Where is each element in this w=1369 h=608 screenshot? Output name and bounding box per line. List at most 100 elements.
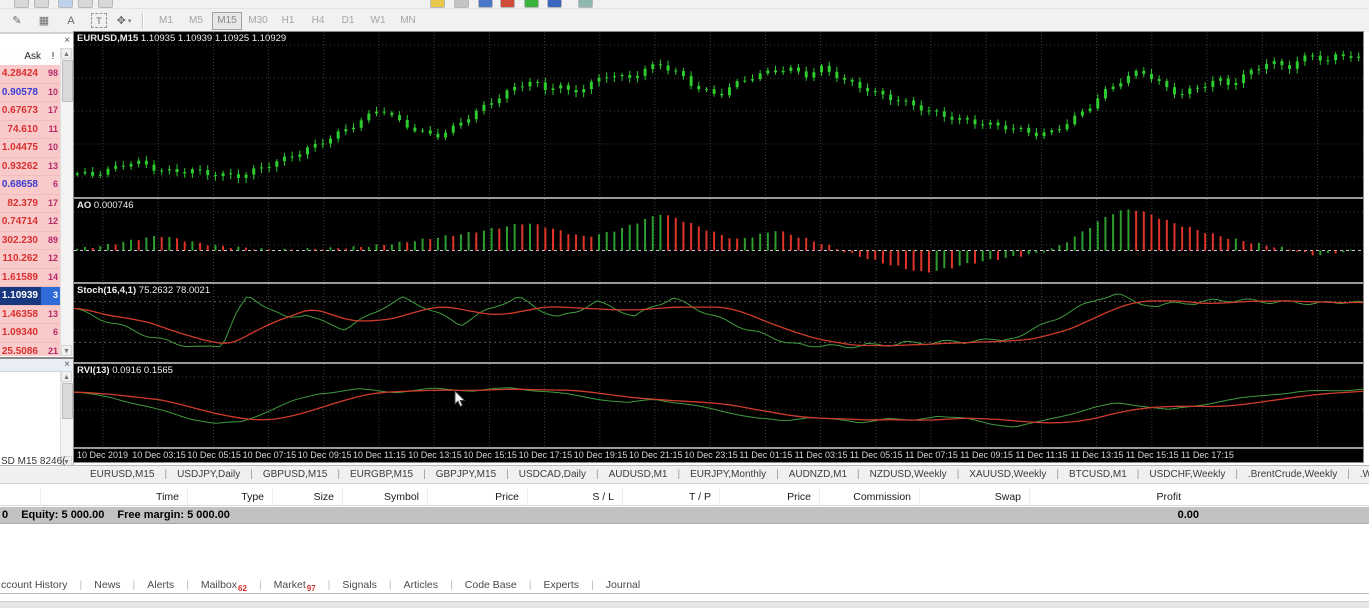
text-label-tool-icon[interactable]: T <box>91 13 107 28</box>
price-pane[interactable]: EURUSD,M15 1.10935 1.10939 1.10925 1.109… <box>74 32 1363 197</box>
terminal-tab-experts[interactable]: Experts <box>531 579 591 591</box>
chart-tab-.brentcrude[interactable]: .BrentCrude,Weekly <box>1238 469 1347 480</box>
market-watch-row[interactable]: 0.93262 13 <box>0 157 61 176</box>
terminal-tab-alerts[interactable]: Alerts <box>135 579 186 591</box>
calculator-icon[interactable] <box>578 0 593 8</box>
scroll-up-icon[interactable]: ▲ <box>61 371 72 382</box>
spread-value: 6 <box>52 179 58 189</box>
timeframe-w1[interactable]: W1 <box>364 13 392 29</box>
market-watch-row[interactable]: 0.67673 17 <box>0 102 61 121</box>
terminal-tab-mailbox[interactable]: Mailbox62 <box>189 579 259 593</box>
terminal-tab-news[interactable]: News <box>82 579 132 591</box>
market-watch-icon[interactable] <box>58 0 73 8</box>
chart-tab-usdchf[interactable]: USDCHF,Weekly <box>1139 469 1235 480</box>
draw-tool-icon[interactable]: ✎ <box>7 12 27 30</box>
timeframe-m5[interactable]: M5 <box>182 13 210 29</box>
timeframe-h4[interactable]: H4 <box>304 13 332 29</box>
profiles-icon[interactable] <box>34 0 49 8</box>
terminal-tab-signals[interactable]: Signals <box>330 579 388 591</box>
market-watch-header: Ask ! <box>0 48 61 66</box>
refresh-icon[interactable] <box>547 0 562 8</box>
terminal-tab-market[interactable]: Market97 <box>262 579 328 593</box>
terminal-tab-articles[interactable]: Articles <box>392 579 450 591</box>
terminal-tab-ccount-history[interactable]: ccount History <box>0 579 80 591</box>
arrows-tool-icon[interactable]: ✥ ▾ <box>114 12 134 30</box>
stop-icon[interactable] <box>500 0 515 8</box>
column-size: Size <box>272 488 342 505</box>
chart-tab-audusd[interactable]: AUDUSD,M1 <box>599 469 678 480</box>
timeframe-m30[interactable]: M30 <box>244 13 272 29</box>
market-watch-row[interactable]: 74.610 11 <box>0 120 61 139</box>
rvi-indicator-pane[interactable]: RVI(13) 0.0916 0.1565 <box>74 364 1363 447</box>
market-watch-row[interactable]: 0.74714 12 <box>0 213 61 232</box>
chart-tab-audnzd[interactable]: AUDNZD,M1 <box>779 469 857 480</box>
terminal-icon[interactable] <box>98 0 113 8</box>
ao-indicator-pane[interactable]: AO 0.000746 <box>74 199 1363 282</box>
spread-value: 98 <box>47 68 58 78</box>
column-time: Time <box>40 488 187 505</box>
chart-canvas <box>74 364 1363 447</box>
column-profit: Profit <box>1029 488 1189 505</box>
market-watch-row[interactable]: 0.90578 10 <box>0 83 61 102</box>
timeframe-h1[interactable]: H1 <box>274 13 302 29</box>
chart-tab-eurusd[interactable]: EURUSD,M15 <box>80 469 164 480</box>
new-order-icon[interactable] <box>430 0 445 8</box>
timeframe-m1[interactable]: M1 <box>152 13 180 29</box>
chart-tab-gbpusd[interactable]: GBPUSD,M15 <box>253 469 337 480</box>
market-watch-scrollbar[interactable]: ▲ ▼ <box>60 48 73 356</box>
market-watch-row[interactable]: 1.04475 10 <box>0 139 61 158</box>
spread-value: 10 <box>47 86 58 97</box>
autotrading-icon[interactable] <box>478 0 493 8</box>
add-indicator-icon[interactable] <box>524 0 539 8</box>
spread-value: 17 <box>47 197 58 208</box>
chart-tab-eurgbp[interactable]: EURGBP,M15 <box>340 469 423 480</box>
new-chart-icon[interactable] <box>14 0 29 8</box>
market-watch-row[interactable]: 1.46358 13 <box>0 305 61 324</box>
scrollbar-thumb[interactable] <box>62 60 73 102</box>
text-tool-icon[interactable]: A <box>61 12 81 30</box>
ask-price: 1.09340 <box>1 327 38 338</box>
scrollbar-thumb[interactable] <box>62 383 73 419</box>
scroll-up-icon[interactable]: ▲ <box>61 48 72 59</box>
account-summary-bar: 0 Equity: 5 000.00 Free margin: 5 000.00… <box>0 507 1369 524</box>
terminal-tab-journal[interactable]: Journal <box>594 579 652 591</box>
market-watch-row[interactable]: 1.61589 14 <box>0 268 61 287</box>
chart-tab-btcusd[interactable]: BTCUSD,M1 <box>1059 469 1137 480</box>
market-watch-row[interactable]: 110.262 12 <box>0 250 61 269</box>
terminal-tab-code-base[interactable]: Code Base <box>453 579 529 591</box>
chevron-down-icon[interactable]: ▾ <box>128 17 132 25</box>
market-watch-row[interactable]: 0.68658 6 <box>0 176 61 195</box>
close-icon[interactable]: × <box>64 34 70 47</box>
scroll-down-icon[interactable]: ▼ <box>61 345 72 356</box>
market-watch-rows: 4.28424 98 0.90578 10 0.67673 17 74.610 11 1.044… <box>0 65 61 356</box>
time-axis-label: 11 Dec 11:15 <box>1015 450 1068 460</box>
market-watch-row[interactable]: 1.09340 6 <box>0 324 61 343</box>
ask-price: 74.610 <box>7 123 38 135</box>
close-icon[interactable]: × <box>64 359 70 370</box>
market-watch-row[interactable]: 1.10939 3 <box>0 287 61 306</box>
chart-tab-xauusd[interactable]: XAUUSD,Weekly <box>959 469 1056 480</box>
chart-window[interactable]: EURUSD,M15 1.10935 1.10939 1.10925 1.109… <box>73 31 1364 463</box>
chart-tab-.wticrude[interactable]: .WTICrude,Weekly <box>1350 469 1369 480</box>
chart-tab-nzdusd[interactable]: NZDUSD,Weekly <box>860 469 957 480</box>
timeframe-mn[interactable]: MN <box>394 13 422 29</box>
chart-tab-usdjpy[interactable]: USDJPY,Daily <box>167 469 250 480</box>
column-price: Price <box>719 488 819 505</box>
timeframe-m15[interactable]: M15 <box>212 11 242 30</box>
grid-tool-icon[interactable]: ▦ <box>34 12 54 30</box>
chart-tab-usdcad[interactable]: USDCAD,Daily <box>509 469 596 480</box>
docked-panel-scrollbar[interactable]: ▲ ▼ <box>60 371 73 467</box>
column-swap: Swap <box>919 488 1029 505</box>
timeframe-d1[interactable]: D1 <box>334 13 362 29</box>
navigator-icon[interactable] <box>78 0 93 8</box>
chart-tab-eurjpy[interactable]: EURJPY,Monthly <box>680 469 776 480</box>
chart-tab-gbpjpy[interactable]: GBPJPY,M15 <box>426 469 506 480</box>
market-watch-row[interactable]: 25.5086 21 <box>0 342 61 356</box>
market-watch-row[interactable]: 82.379 17 <box>0 194 61 213</box>
market-watch-row[interactable]: 302.230 89 <box>0 231 61 250</box>
stochastic-indicator-pane[interactable]: Stoch(16,4,1) 75.2632 78.0021 <box>74 284 1363 362</box>
market-watch-row[interactable]: 4.28424 98 <box>0 65 61 84</box>
spread-value: 3 <box>41 287 61 305</box>
spread-value: 17 <box>47 105 58 115</box>
expert-advisors-icon[interactable] <box>454 0 469 8</box>
